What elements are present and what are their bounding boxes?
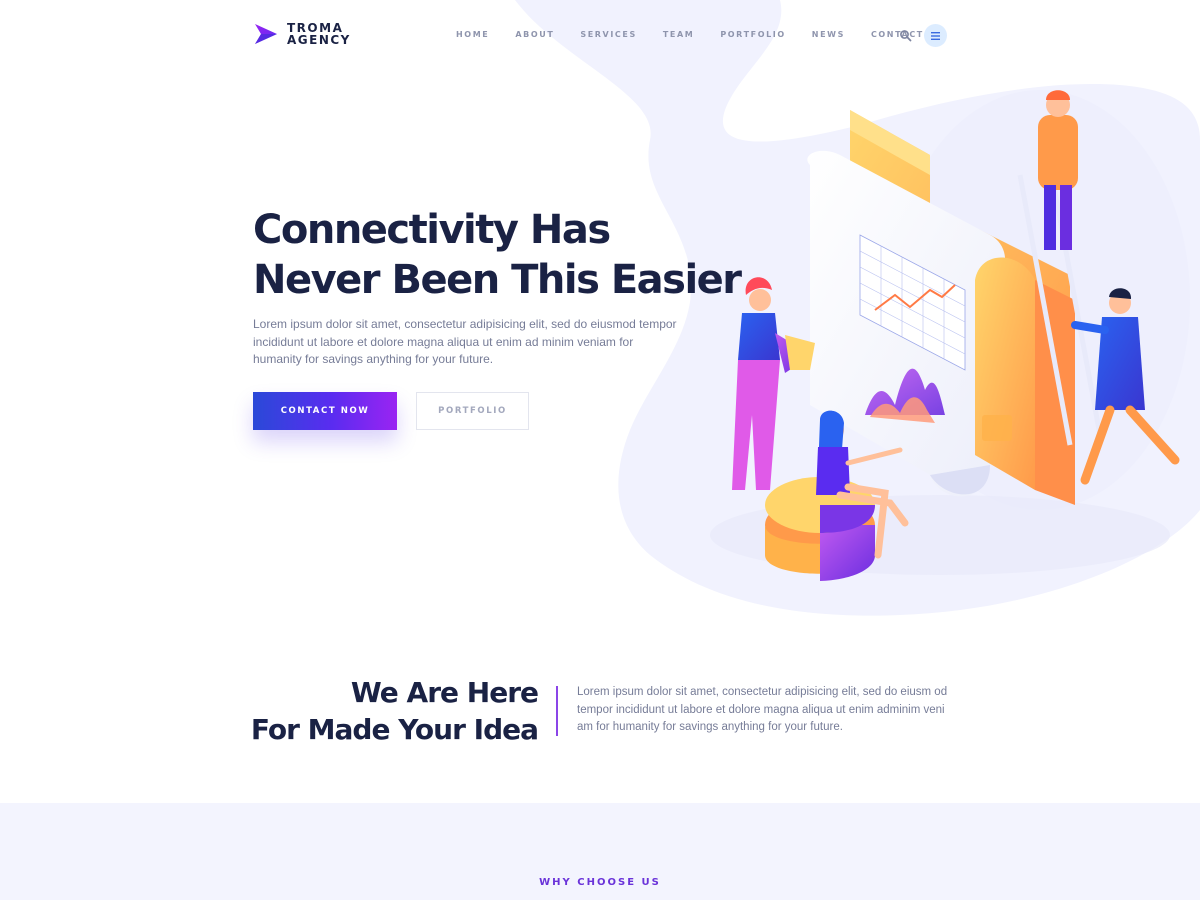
intro-divider	[556, 686, 558, 736]
nav-services[interactable]: SERVICES	[580, 30, 636, 39]
hero-title: Connectivity Has Never Been This Easier	[253, 205, 753, 305]
intro-title-line-2: For Made Your Idea	[250, 713, 539, 746]
search-icon[interactable]	[899, 29, 913, 43]
site-header: TROMA AGENCY HOME ABOUT SERVICES TEAM PO…	[253, 22, 948, 52]
intro-title-line-1: We Are Here	[350, 676, 539, 709]
main-nav: HOME ABOUT SERVICES TEAM PORTFOLIO NEWS …	[456, 30, 950, 39]
hero-title-line-2: Never Been This Easier	[253, 257, 742, 303]
hero-title-line-1: Connectivity Has	[253, 207, 611, 253]
nav-news[interactable]: NEWS	[812, 30, 845, 39]
pink-pants-person	[732, 277, 815, 490]
logo-line-2: AGENCY	[287, 33, 351, 47]
nav-contact[interactable]: CONTACT	[871, 30, 924, 39]
hamburger-menu-icon	[931, 31, 940, 40]
nav-home[interactable]: HOME	[456, 30, 489, 39]
intro-description: Lorem ipsum dolor sit amet, consectetur …	[577, 686, 948, 733]
logo[interactable]: TROMA AGENCY	[253, 22, 351, 46]
intro-title: We Are Here For Made Your Idea	[250, 674, 539, 748]
nav-about[interactable]: ABOUT	[515, 30, 554, 39]
hero-description: Lorem ipsum dolor sit amet, consectetur …	[253, 317, 677, 366]
nav-team[interactable]: TEAM	[663, 30, 694, 39]
why-choose-us-section: WHY CHOOSE US	[0, 803, 1200, 900]
why-choose-us-label: WHY CHOOSE US	[539, 877, 661, 888]
menu-button[interactable]	[924, 24, 947, 47]
portfolio-button[interactable]: PORTFOLIO	[416, 392, 529, 430]
contact-now-button[interactable]: CONTACT NOW	[253, 392, 397, 430]
logo-text: TROMA AGENCY	[287, 22, 351, 46]
nav-portfolio[interactable]: PORTFOLIO	[720, 30, 785, 39]
hero-illustration	[710, 90, 1180, 581]
arrow-logo-icon	[255, 24, 277, 44]
